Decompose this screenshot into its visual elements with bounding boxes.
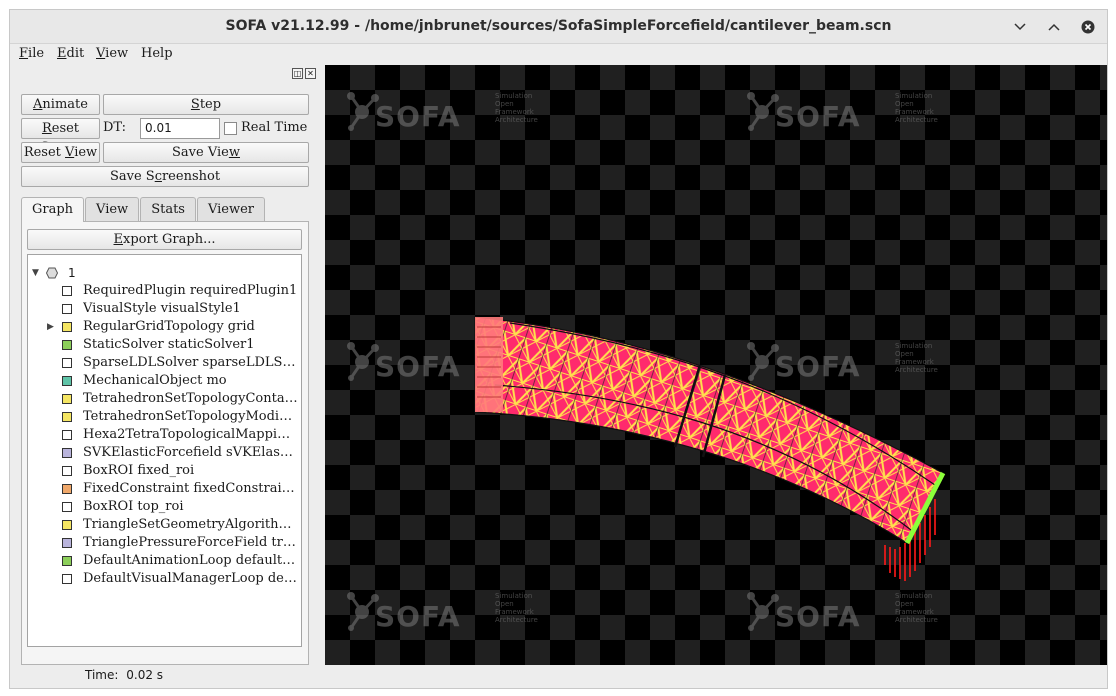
- tab-graph[interactable]: Graph: [21, 197, 85, 222]
- component-square-icon: [62, 538, 72, 548]
- tree-node-label: Hexa2TetraTopologicalMapping hexa2tetra: [83, 427, 298, 442]
- tree-root-node[interactable]: ▼ 1: [28, 264, 301, 282]
- tree-node[interactable]: TriangleSetGeometryAlgorithms triangleGe…: [28, 516, 301, 534]
- component-square-icon: [62, 484, 72, 494]
- tree-node-label: TriangleSetGeometryAlgorithms triangleGe…: [83, 517, 298, 532]
- tree-node-label: StaticSolver staticSolver1: [83, 337, 255, 352]
- expand-arrow-icon[interactable]: ▼: [32, 264, 39, 282]
- tree-node[interactable]: SVKElasticForcefield sVKElasticForcefiel…: [28, 444, 301, 462]
- menu-edit[interactable]: Edit: [57, 46, 84, 61]
- title-bar[interactable]: SOFA v21.12.99 - /home/jnbrunet/sources/…: [10, 10, 1107, 44]
- tree-node[interactable]: DefaultAnimationLoop defaultAnimationLoo…: [28, 552, 301, 570]
- float-dock-icon[interactable]: ◫: [292, 68, 303, 79]
- component-square-icon: [62, 376, 72, 386]
- time-value: 0.02 s: [126, 668, 164, 682]
- maximize-icon[interactable]: [1044, 17, 1064, 37]
- tree-node-label: VisualStyle visualStyle1: [83, 301, 241, 316]
- menu-bar: File Edit View Help: [10, 44, 1107, 64]
- close-icon[interactable]: [1078, 17, 1098, 37]
- close-dock-icon[interactable]: ✕: [305, 68, 316, 79]
- component-square-icon: [62, 574, 72, 584]
- save-view-button[interactable]: Save View: [103, 142, 309, 163]
- component-square-icon: [62, 286, 72, 296]
- component-square-icon: [62, 502, 72, 512]
- tree-node-label: RequiredPlugin requiredPlugin1: [83, 283, 298, 298]
- menu-help[interactable]: Help: [141, 46, 173, 61]
- save-screenshot-button[interactable]: Save Screenshot: [21, 166, 309, 187]
- tree-node-label: BoxROI top_roi: [83, 499, 184, 514]
- scene-graph-tree[interactable]: ▼ 1 RequiredPlugin requiredPlugin1 Visual…: [27, 254, 302, 647]
- fixed-region: [475, 317, 503, 412]
- dock-controls: ◫ ✕: [292, 68, 316, 79]
- component-square-icon: [62, 556, 72, 566]
- component-square-icon: [62, 304, 72, 314]
- tree-node[interactable]: TetrahedronSetTopologyContainer topo: [28, 390, 301, 408]
- root-node-label: 1: [68, 266, 76, 280]
- tree-node-label: TetrahedronSetTopologyModifier modifier: [83, 409, 298, 424]
- reset-view-button[interactable]: Reset View: [21, 142, 100, 163]
- tree-node-label: MechanicalObject mo: [83, 373, 227, 388]
- tree-node-label: FixedConstraint fixedConstraint1: [83, 481, 298, 496]
- component-square-icon: [62, 340, 72, 350]
- tree-node[interactable]: BoxROI fixed_roi: [28, 462, 301, 480]
- tree-node[interactable]: TetrahedronSetTopologyModifier modifier: [28, 408, 301, 426]
- 3d-viewer[interactable]: SOFA Simulation Open Framework Architecture S…: [325, 65, 1107, 665]
- collapsed-arrow-icon[interactable]: ▶: [47, 318, 54, 336]
- dt-input[interactable]: 0.01: [140, 118, 220, 139]
- tree-node-label: RegularGridTopology grid: [83, 319, 255, 334]
- component-square-icon: [62, 520, 72, 530]
- component-square-icon: [62, 412, 72, 422]
- component-square-icon: [62, 322, 72, 332]
- reset-scene-button[interactable]: Reset Scene: [21, 118, 100, 155]
- tree-node-label: TrianglePressureForceField trianglePress…: [83, 535, 298, 550]
- component-square-icon: [62, 466, 72, 476]
- tree-node[interactable]: MechanicalObject mo: [28, 372, 301, 390]
- real-time-checkbox[interactable]: [224, 122, 237, 135]
- tab-stats[interactable]: Stats: [140, 197, 196, 221]
- beam-mesh-canvas: [474, 316, 946, 581]
- tree-node[interactable]: Hexa2TetraTopologicalMapping hexa2tetra: [28, 426, 301, 444]
- tree-node[interactable]: ▶ RegularGridTopology grid: [28, 318, 301, 336]
- component-square-icon: [62, 358, 72, 368]
- tree-node-label: DefaultVisualManagerLoop defaultVisualMa…: [83, 571, 298, 586]
- export-graph-button[interactable]: Export Graph...: [27, 229, 302, 250]
- menu-file[interactable]: File: [19, 46, 44, 61]
- component-square-icon: [62, 394, 72, 404]
- dt-label: DT:: [103, 120, 127, 135]
- minimize-icon[interactable]: [1010, 17, 1030, 37]
- main-window: SOFA v21.12.99 - /home/jnbrunet/sources/…: [9, 9, 1108, 689]
- panel-tabs: Graph View Stats Viewer: [21, 197, 266, 222]
- tree-node[interactable]: DefaultVisualManagerLoop defaultVisualMa…: [28, 570, 301, 588]
- component-square-icon: [62, 430, 72, 440]
- tree-node[interactable]: StaticSolver staticSolver1: [28, 336, 301, 354]
- window-title: SOFA v21.12.99 - /home/jnbrunet/sources/…: [225, 18, 892, 34]
- real-time-label: Real Time: [241, 120, 308, 135]
- tree-node-label: TetrahedronSetTopologyContainer topo: [83, 391, 298, 406]
- tree-node[interactable]: TrianglePressureForceField trianglePress…: [28, 534, 301, 552]
- component-square-icon: [62, 448, 72, 458]
- animate-button[interactable]: Animate: [21, 94, 100, 115]
- tree-node[interactable]: VisualStyle visualStyle1: [28, 300, 301, 318]
- tree-node[interactable]: SparseLDLSolver sparseLDLSolver1: [28, 354, 301, 372]
- tree-node-label: BoxROI fixed_roi: [83, 463, 195, 478]
- tree-node[interactable]: FixedConstraint fixedConstraint1: [28, 480, 301, 498]
- step-button[interactable]: Step: [103, 94, 309, 115]
- status-bar: Time: 0.02 s: [85, 668, 163, 682]
- menu-view[interactable]: View: [96, 46, 128, 61]
- tree-node[interactable]: BoxROI top_roi: [28, 498, 301, 516]
- time-label: Time:: [85, 668, 119, 682]
- tree-node-label: SparseLDLSolver sparseLDLSolver1: [83, 355, 298, 370]
- tab-view[interactable]: View: [85, 197, 140, 221]
- tab-viewer[interactable]: Viewer: [196, 197, 266, 221]
- tree-node[interactable]: RequiredPlugin requiredPlugin1: [28, 282, 301, 300]
- tree-node-label: SVKElasticForcefield sVKElasticForcefiel…: [83, 445, 298, 460]
- tree-node-label: DefaultAnimationLoop defaultAnimationLoo…: [83, 553, 298, 568]
